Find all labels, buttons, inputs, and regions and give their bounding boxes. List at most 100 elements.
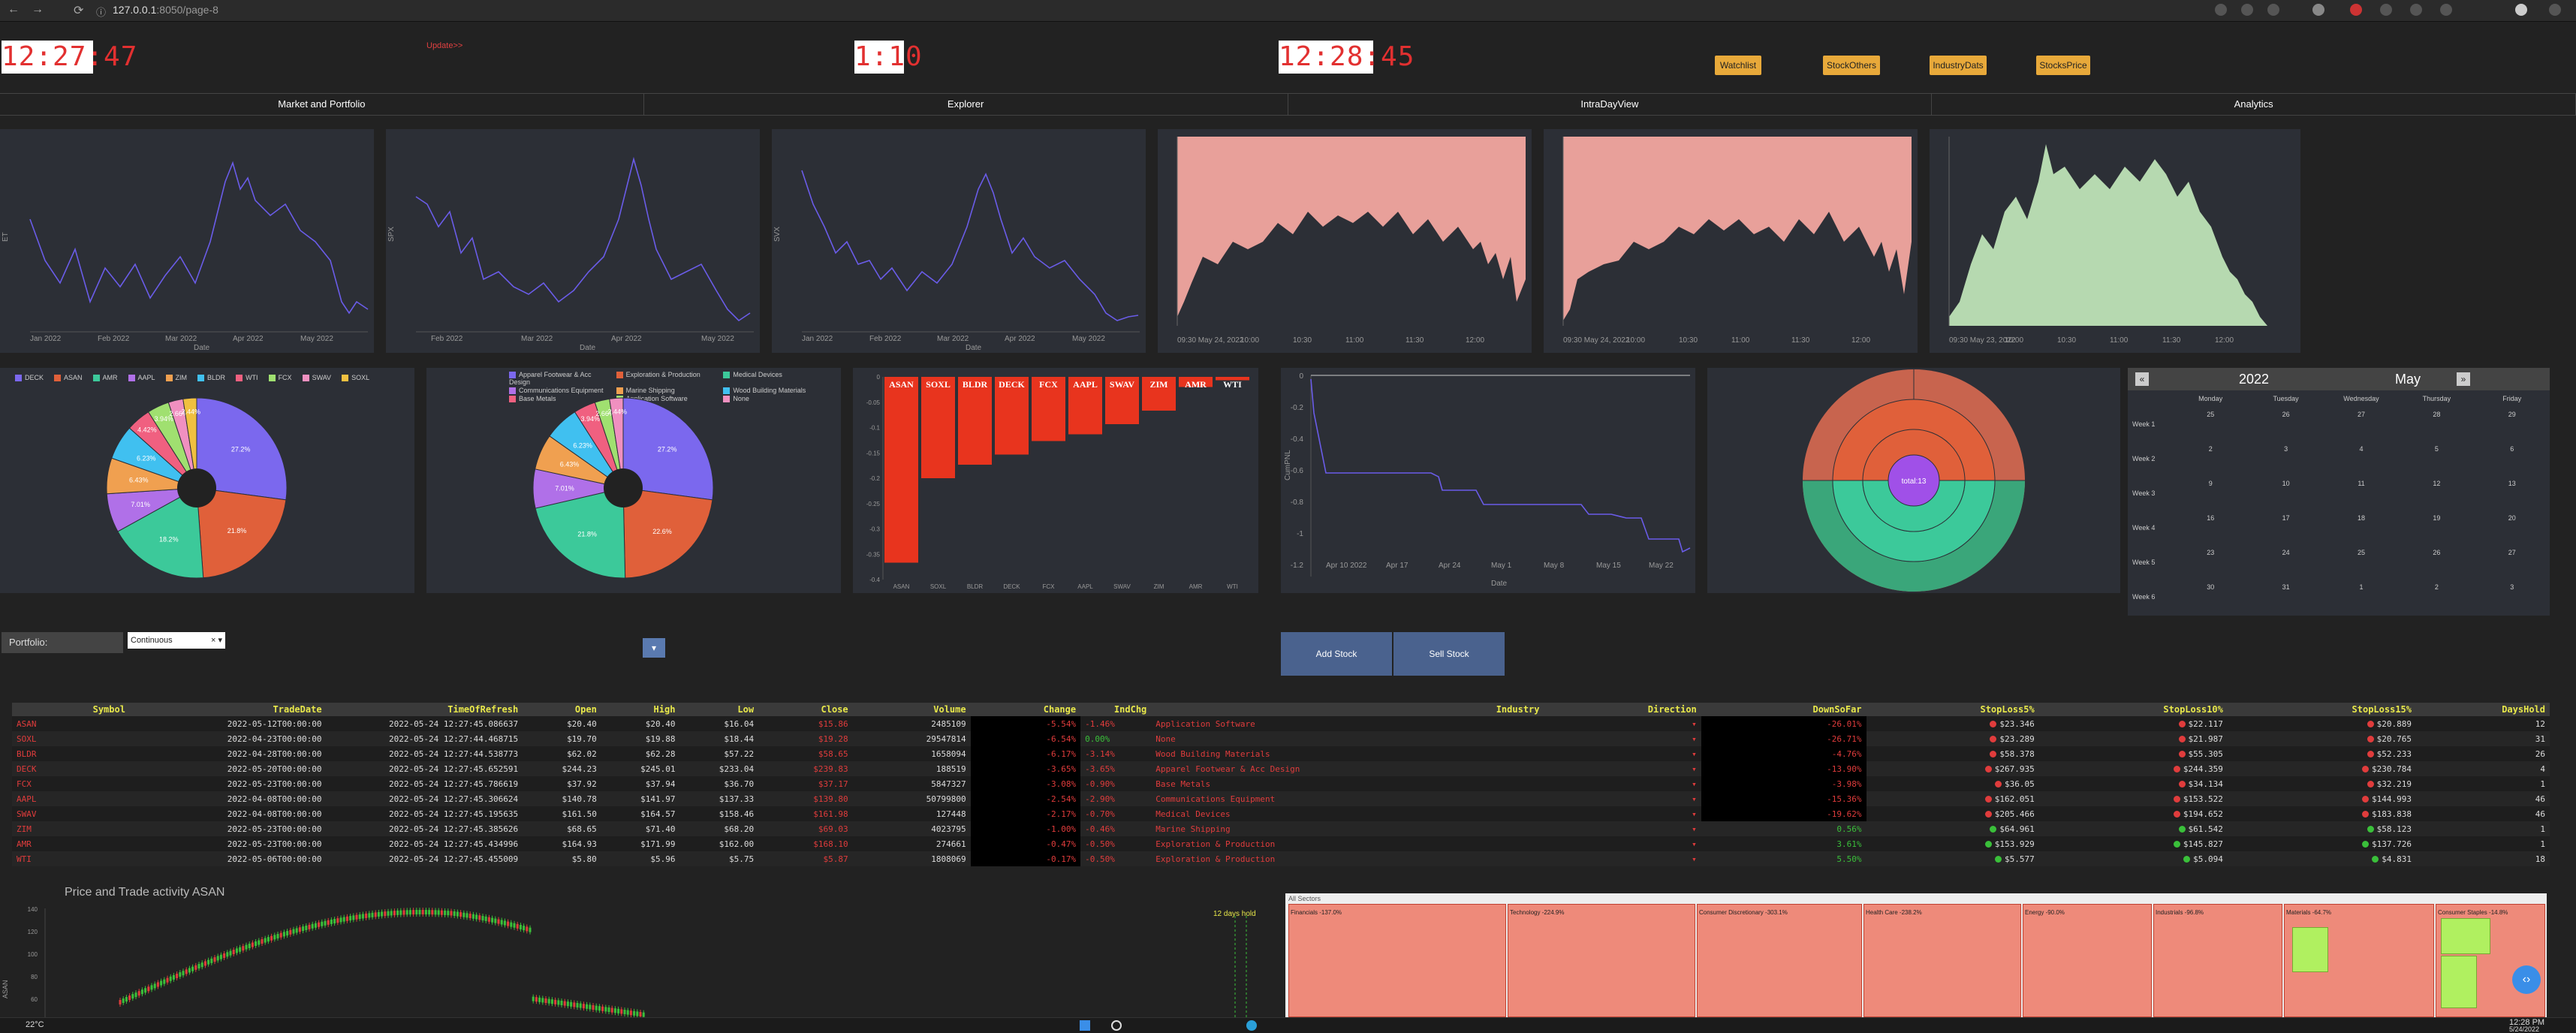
calendar-day[interactable]: 11 bbox=[2324, 476, 2399, 510]
legend-item[interactable]: SWAV bbox=[302, 374, 331, 382]
legend-item[interactable]: AAPL bbox=[128, 374, 155, 382]
legend-item[interactable]: Medical Devices bbox=[723, 371, 824, 386]
stocks-price-button[interactable]: StocksPrice bbox=[2036, 56, 2090, 75]
table-row[interactable]: SOXL 2022-04-23T00:00:00 2022-05-24 12:27:… bbox=[12, 731, 2550, 746]
column-header[interactable]: StopLoss15% bbox=[2227, 703, 2417, 716]
column-header[interactable]: Volume bbox=[852, 703, 971, 716]
legend-item[interactable]: SOXL bbox=[342, 374, 369, 382]
calendar-day[interactable]: 12 bbox=[2399, 476, 2474, 510]
extension-icon[interactable] bbox=[2312, 4, 2324, 16]
tab-intraday[interactable]: IntraDayView bbox=[1288, 94, 1933, 115]
legend-item[interactable]: FCX bbox=[268, 374, 292, 382]
calendar-day[interactable]: 27 bbox=[2324, 407, 2399, 441]
column-header[interactable]: Industry bbox=[1151, 703, 1544, 716]
column-header[interactable]: DaysHold bbox=[2416, 703, 2550, 716]
calendar-day[interactable]: 9 bbox=[2173, 476, 2248, 510]
calendar-day[interactable]: 16 bbox=[2173, 510, 2248, 545]
legend-item[interactable]: BLDR bbox=[197, 374, 225, 382]
calendar-day[interactable]: 2 bbox=[2173, 441, 2248, 476]
update-link[interactable]: Update>> bbox=[426, 41, 462, 50]
column-header[interactable]: Low bbox=[679, 703, 759, 716]
stock-others-button[interactable]: StockOthers bbox=[1823, 56, 1880, 75]
table-row[interactable]: ASAN 2022-05-12T00:00:00 2022-05-24 12:27:… bbox=[12, 716, 2550, 731]
calendar-day[interactable]: 31 bbox=[2248, 580, 2323, 614]
column-header[interactable]: IndChg bbox=[1080, 703, 1152, 716]
column-header[interactable]: Change bbox=[970, 703, 1081, 716]
profile-avatar[interactable] bbox=[2515, 4, 2527, 16]
column-header[interactable]: Close bbox=[758, 703, 853, 716]
calendar-day[interactable]: 30 bbox=[2173, 580, 2248, 614]
calendar-day[interactable]: 20 bbox=[2475, 510, 2550, 545]
treemap-sector[interactable]: Materials -64.7% bbox=[2284, 904, 2434, 1017]
calendar-day[interactable]: 26 bbox=[2399, 545, 2474, 580]
site-info-icon[interactable]: ⓘ bbox=[96, 5, 106, 19]
table-row[interactable]: AAPL 2022-04-08T00:00:00 2022-05-24 12:27:… bbox=[12, 791, 2550, 806]
next-month-button[interactable]: » bbox=[2457, 372, 2470, 386]
legend-item[interactable]: ASAN bbox=[54, 374, 83, 382]
favorites-icon[interactable] bbox=[2410, 4, 2422, 16]
calendar-day[interactable]: 24 bbox=[2248, 545, 2323, 580]
search-icon[interactable] bbox=[1111, 1020, 1122, 1031]
treemap-sector[interactable]: Energy -90.0% bbox=[2023, 904, 2152, 1017]
table-row[interactable]: SWAV 2022-04-08T00:00:00 2022-05-24 12:27:… bbox=[12, 806, 2550, 821]
table-row[interactable]: WTI 2022-05-06T00:00:00 2022-05-24 12:27:4… bbox=[12, 851, 2550, 866]
calendar-day[interactable]: 13 bbox=[2475, 476, 2550, 510]
legend-item[interactable]: Apparel Footwear & Acc Design bbox=[509, 371, 610, 386]
more-icon[interactable] bbox=[2549, 4, 2561, 16]
column-header[interactable]: Direction bbox=[1544, 703, 1701, 716]
windows-icon[interactable] bbox=[1080, 1020, 1090, 1031]
treemap-sector[interactable]: Financials -137.0% bbox=[1288, 904, 1506, 1017]
prev-month-button[interactable]: « bbox=[2135, 372, 2149, 386]
browser-icon[interactable] bbox=[1246, 1020, 1257, 1031]
forward-icon[interactable]: → bbox=[32, 3, 44, 17]
calendar-day[interactable]: 5 bbox=[2399, 441, 2474, 476]
industry-dats-button[interactable]: IndustryDats bbox=[1930, 56, 1987, 75]
column-header[interactable]: Open bbox=[523, 703, 601, 716]
add-stock-button[interactable]: Add Stock bbox=[1281, 632, 1392, 676]
calendar-day[interactable]: 10 bbox=[2248, 476, 2323, 510]
extension-icon[interactable] bbox=[2350, 4, 2362, 16]
calendar-day[interactable]: 17 bbox=[2248, 510, 2323, 545]
extensions-icon[interactable] bbox=[2380, 4, 2392, 16]
column-header[interactable]: StopLoss5% bbox=[1866, 703, 2039, 716]
legend-item[interactable]: DECK bbox=[15, 374, 44, 382]
table-row[interactable]: BLDR 2022-04-28T00:00:00 2022-05-24 12:27:… bbox=[12, 746, 2550, 761]
column-header[interactable]: TradeDate bbox=[129, 703, 327, 716]
treemap-sector[interactable]: Technology -224.9% bbox=[1508, 904, 1695, 1017]
legend-item[interactable]: WTI bbox=[236, 374, 258, 382]
reader-icon[interactable] bbox=[2267, 4, 2279, 16]
bar[interactable] bbox=[884, 377, 918, 563]
bar[interactable] bbox=[921, 377, 955, 478]
treemap-sector[interactable]: Consumer Staples -14.8% bbox=[2436, 904, 2545, 1017]
column-header[interactable]: Symbol bbox=[12, 703, 130, 716]
column-header[interactable]: StopLoss10% bbox=[2038, 703, 2228, 716]
calendar-day[interactable]: 4 bbox=[2324, 441, 2399, 476]
calendar-day[interactable]: 2 bbox=[2399, 580, 2474, 614]
column-header[interactable]: DownSoFar bbox=[1701, 703, 1866, 716]
column-header[interactable]: High bbox=[601, 703, 680, 716]
tab-market-portfolio[interactable]: Market and Portfolio bbox=[0, 94, 644, 115]
collections-icon[interactable] bbox=[2440, 4, 2452, 16]
reload-icon[interactable]: ⟳ bbox=[74, 3, 83, 18]
legend-item[interactable]: ZIM bbox=[165, 374, 187, 382]
treemap-sector[interactable]: Consumer Discretionary -303.1% bbox=[1697, 904, 1862, 1017]
treemap-sector[interactable]: Health Care -238.2% bbox=[1863, 904, 2021, 1017]
table-row[interactable]: FCX 2022-05-23T00:00:00 2022-05-24 12:27:4… bbox=[12, 776, 2550, 791]
column-header[interactable]: TimeOfRefresh bbox=[326, 703, 523, 716]
treemap-sector[interactable]: Industrials -96.8% bbox=[2153, 904, 2282, 1017]
calendar-day[interactable]: 27 bbox=[2475, 545, 2550, 580]
address-bar[interactable]: 127.0.0.1:8050/page-8 bbox=[113, 4, 218, 16]
calendar-day[interactable]: 26 bbox=[2248, 407, 2323, 441]
tab-analytics[interactable]: Analytics bbox=[1932, 94, 2576, 115]
collapse-button[interactable]: ▾ bbox=[643, 638, 665, 658]
calendar-day[interactable]: 25 bbox=[2173, 407, 2248, 441]
table-row[interactable]: DECK 2022-05-20T00:00:00 2022-05-24 12:27:… bbox=[12, 761, 2550, 776]
watchlist-button[interactable]: Watchlist bbox=[1715, 56, 1761, 75]
calendar-day[interactable]: 19 bbox=[2399, 510, 2474, 545]
calendar-day[interactable]: 25 bbox=[2324, 545, 2399, 580]
table-row[interactable]: ZIM 2022-05-23T00:00:00 2022-05-24 12:27:4… bbox=[12, 821, 2550, 836]
calendar-day[interactable]: 6 bbox=[2475, 441, 2550, 476]
legend-item[interactable]: Exploration & Production bbox=[616, 371, 718, 386]
bar[interactable] bbox=[958, 377, 992, 465]
read-aloud-icon[interactable] bbox=[2215, 4, 2227, 16]
